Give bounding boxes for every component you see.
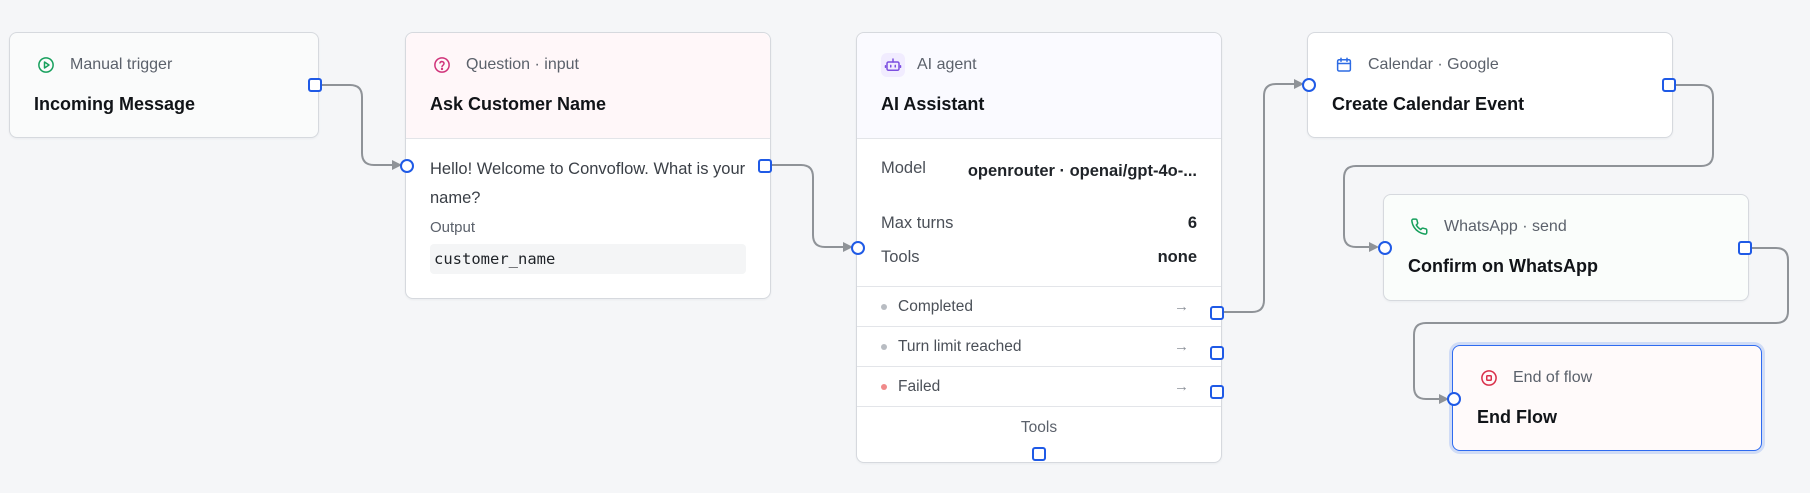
node-title: Incoming Message: [34, 94, 196, 114]
node-whatsapp[interactable]: WhatsApp · send Confirm on WhatsApp: [1378, 194, 1752, 301]
output-port-completed[interactable]: [1210, 306, 1224, 320]
node-calendar[interactable]: Calendar · Google Create Calendar Event: [1302, 32, 1676, 138]
node-title: End Flow: [1477, 407, 1557, 427]
status-dot: [881, 303, 887, 310]
question-text: Hello! Welcome to Convoflow. What is you…: [430, 160, 746, 207]
input-port[interactable]: [1447, 392, 1461, 406]
output-port[interactable]: [758, 159, 772, 173]
calendar-icon: [1332, 53, 1356, 77]
tools-row: Tools none: [881, 248, 1197, 282]
model-label: Model: [881, 159, 926, 177]
outcome-completed[interactable]: Completed →: [857, 286, 1221, 326]
node-kind-label: Question · input: [466, 56, 579, 73]
arrow-right-icon: →: [1174, 338, 1189, 355]
bot-icon: [881, 53, 905, 77]
outcome-turn-limit[interactable]: Turn limit reached →: [857, 326, 1221, 366]
node-kind-label: AI agent: [917, 56, 977, 73]
output-port[interactable]: [1662, 78, 1676, 92]
input-port[interactable]: [1302, 78, 1316, 92]
node-kind-label: Manual trigger: [70, 56, 173, 73]
edge-question-to-agent[interactable]: [766, 164, 853, 252]
model-value: openrouter · openai/gpt-4o-...: [967, 162, 1197, 180]
input-port[interactable]: [1378, 241, 1392, 255]
node-title: Create Calendar Event: [1332, 94, 1525, 114]
stop-circle-icon: [1477, 366, 1501, 390]
max-turns-label: Max turns: [881, 214, 954, 232]
node-kind-label: WhatsApp · send: [1444, 218, 1567, 235]
max-turns-value: 6: [1187, 214, 1197, 232]
play-circle-icon: [34, 53, 58, 77]
node-manual-trigger[interactable]: Manual trigger Incoming Message: [9, 32, 322, 138]
tools-label: Tools: [881, 248, 920, 266]
arrow-right-icon: →: [1174, 378, 1189, 395]
edge-trigger-to-question[interactable]: [315, 84, 402, 170]
output-port[interactable]: [308, 78, 322, 92]
input-port[interactable]: [851, 241, 865, 255]
output-variable: customer_name: [430, 244, 746, 274]
max-turns-row: Max turns 6: [881, 214, 1197, 248]
status-dot: [881, 383, 887, 390]
tools-port[interactable]: [1032, 447, 1046, 461]
input-port[interactable]: [400, 159, 414, 173]
node-kind-label: Calendar · Google: [1368, 56, 1499, 73]
status-dot: [881, 343, 887, 350]
node-title: AI Assistant: [881, 94, 985, 114]
edge-agent-completed-to-calendar[interactable]: [1217, 79, 1304, 313]
output-port-turn-limit[interactable]: [1210, 346, 1224, 360]
outcome-label: Failed: [898, 377, 941, 395]
tools-value: none: [1157, 248, 1197, 266]
help-circle-icon: [430, 53, 454, 77]
arrow-right-icon: →: [1174, 298, 1189, 315]
node-end-flow[interactable]: End of flow End Flow: [1447, 345, 1762, 451]
outcome-failed[interactable]: Failed →: [857, 366, 1221, 406]
output-port-failed[interactable]: [1210, 385, 1224, 399]
node-title: Confirm on WhatsApp: [1408, 256, 1598, 276]
node-question-input[interactable]: Question · input Ask Customer Name Hello…: [400, 32, 772, 299]
node-kind-label: End of flow: [1513, 369, 1593, 386]
output-label: Output: [430, 219, 476, 236]
outcome-label: Completed: [898, 297, 973, 315]
outcome-label: Turn limit reached: [898, 337, 1022, 355]
output-port[interactable]: [1738, 241, 1752, 255]
node-ai-agent[interactable]: AI agent AI Assistant Model openrouter ·…: [851, 32, 1224, 463]
node-title: Ask Customer Name: [430, 94, 607, 114]
phone-icon: [1408, 215, 1432, 239]
